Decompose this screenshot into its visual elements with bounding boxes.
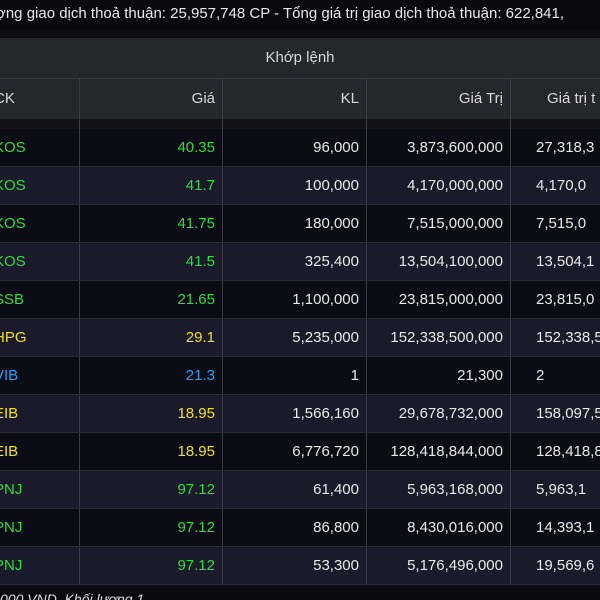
cell-gia-tri: 5,963,168,000 xyxy=(367,471,511,508)
cell-ck[interactable]: KOS xyxy=(0,167,80,204)
table-row[interactable]: PNJ97.1286,8008,430,016,000 14,393,1 xyxy=(0,509,600,547)
cell-kl: 6,776,720 xyxy=(223,433,367,470)
table-row[interactable]: KOS41.7100,0004,170,000,000 4,170,0 xyxy=(0,167,600,205)
group-header-khop-lenh: Khớp lệnh xyxy=(0,38,600,79)
header-gia-tri[interactable]: Giá Trị xyxy=(367,79,511,119)
cell-gia-tri-t: 5,963,1 xyxy=(536,481,587,498)
cell-gia-tri-t: 27,318,3 xyxy=(536,139,595,156)
table-row[interactable]: KOS40.3596,0003,873,600,000 27,318,3 xyxy=(0,129,600,167)
table-row[interactable]: KOS41.75180,0007,515,000,000 7,515,0 xyxy=(0,205,600,243)
cell-gia-tri: 8,430,016,000 xyxy=(367,509,511,546)
table-row[interactable]: PNJ97.1261,4005,963,168,000 5,963,1 xyxy=(0,471,600,509)
header-gia[interactable]: Giá xyxy=(80,79,223,119)
cell-gia-tri: 5,176,496,000 xyxy=(367,547,511,584)
cell-ck[interactable]: VIB xyxy=(0,357,80,394)
cell-gia: 18.95 xyxy=(80,433,223,470)
header-ck[interactable]: CK xyxy=(0,79,80,119)
table-row[interactable]: KOS41.5325,40013,504,100,000 13,504,1 xyxy=(0,243,600,281)
cell-ck[interactable]: KOS xyxy=(0,205,80,242)
cell-ck[interactable]: HPG xyxy=(0,319,80,356)
header-gia-tri-t[interactable]: Giá trị t xyxy=(511,79,600,119)
cell-gia: 41.5 xyxy=(80,243,223,280)
cell-ck[interactable]: KOS xyxy=(0,129,80,166)
cell-gia-tri: 7,515,000,000 xyxy=(367,205,511,242)
cell-ck[interactable]: EIB xyxy=(0,433,80,470)
cell-gia-tri-t: 14,393,1 xyxy=(536,519,595,536)
cell-ck[interactable]: SSB xyxy=(0,281,80,318)
cell-ck[interactable]: PNJ xyxy=(0,509,80,546)
cell-ck[interactable]: EIB xyxy=(0,395,80,432)
cell-gia-tri-t: 23,815,0 xyxy=(536,291,595,308)
cell-kl: 86,800 xyxy=(223,509,367,546)
cell-kl: 100,000 xyxy=(223,167,367,204)
summary-bar: ợng giao dịch thoả thuận: 25,957,748 CP … xyxy=(0,0,600,30)
trade-table-body: KOS40.3596,0003,873,600,00027,318,3KOS41… xyxy=(0,129,600,585)
cell-gia: 97.12 xyxy=(80,509,223,546)
cell-gia: 41.75 xyxy=(80,205,223,242)
cell-gia: 21.3 xyxy=(80,357,223,394)
cell-kl: 1,100,000 xyxy=(223,281,367,318)
cell-kl: 180,000 xyxy=(223,205,367,242)
cell-gia: 18.95 xyxy=(80,395,223,432)
footer-text: 000 VND. Khối lượng 1 xyxy=(0,591,145,600)
cell-gia: 29.1 xyxy=(80,319,223,356)
cell-kl: 5,235,000 xyxy=(223,319,367,356)
cell-gia-tri: 21,300 xyxy=(367,357,511,394)
cell-gia-tri: 23,815,000,000 xyxy=(367,281,511,318)
cell-gia: 97.12 xyxy=(80,471,223,508)
cell-gia-tri-t: 19,569,6 xyxy=(536,557,595,574)
cell-kl: 53,300 xyxy=(223,547,367,584)
cell-gia-tri: 4,170,000,000 xyxy=(367,167,511,204)
cell-gia-tri-t: 128,418,8 xyxy=(536,443,600,460)
cell-gia-tri: 29,678,732,000 xyxy=(367,395,511,432)
cell-ck[interactable]: KOS xyxy=(0,243,80,280)
cell-gia: 40.35 xyxy=(80,129,223,166)
cell-gia-tri-t: 13,504,1 xyxy=(536,253,595,270)
footer-bar: 000 VND. Khối lượng 1 xyxy=(0,586,600,600)
cell-gia: 21.65 xyxy=(80,281,223,318)
cell-gia: 41.7 xyxy=(80,167,223,204)
column-headers: CK Giá KL Giá Trị Giá trị t xyxy=(0,79,600,119)
cell-kl: 96,000 xyxy=(223,129,367,166)
summary-text: ợng giao dịch thoả thuận: 25,957,748 CP … xyxy=(0,5,565,22)
cell-gia-tri-t: 4,170,0 xyxy=(536,177,587,194)
table-row[interactable]: PNJ97.1253,3005,176,496,000 19,569,6 xyxy=(0,547,600,585)
table-row[interactable]: EIB18.956,776,720128,418,844,000 128,418,… xyxy=(0,433,600,471)
table-row[interactable]: EIB18.951,566,16029,678,732,000 158,097,5 xyxy=(0,395,600,433)
cell-gia-tri: 152,338,500,000 xyxy=(367,319,511,356)
header-kl[interactable]: KL xyxy=(223,79,367,119)
cell-gia-tri: 13,504,100,000 xyxy=(367,243,511,280)
cell-ck[interactable]: PNJ xyxy=(0,471,80,508)
cell-gia: 97.12 xyxy=(80,547,223,584)
cell-kl: 1,566,160 xyxy=(223,395,367,432)
cell-gia-tri: 128,418,844,000 xyxy=(367,433,511,470)
cell-gia-tri: 3,873,600,000 xyxy=(367,129,511,166)
cell-gia-tri-t: 158,097,5 xyxy=(536,405,600,422)
table-row[interactable]: HPG29.15,235,000152,338,500,000 152,338,5 xyxy=(0,319,600,357)
table-row[interactable]: SSB21.651,100,00023,815,000,000 23,815,0 xyxy=(0,281,600,319)
cell-gia-tri-t: 2 xyxy=(536,367,545,384)
header-spacer xyxy=(0,119,600,129)
cell-kl: 61,400 xyxy=(223,471,367,508)
cell-ck[interactable]: PNJ xyxy=(0,547,80,584)
cell-gia-tri-t: 7,515,0 xyxy=(536,215,587,232)
table-row[interactable]: VIB21.3121,300 2 xyxy=(0,357,600,395)
cell-gia-tri-t: 152,338,5 xyxy=(536,329,600,346)
cell-kl: 325,400 xyxy=(223,243,367,280)
cell-kl: 1 xyxy=(223,357,367,394)
